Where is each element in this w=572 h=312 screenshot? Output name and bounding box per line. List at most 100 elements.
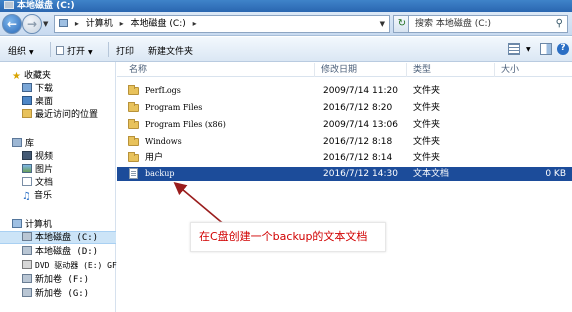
text-document-icon: [129, 168, 138, 179]
column-header-size[interactable]: 大小: [495, 63, 572, 77]
document-icon: [22, 177, 32, 186]
nav-item-music[interactable]: ♫ 音乐: [22, 190, 52, 202]
file-name: Program Files (x86): [145, 120, 226, 129]
column-header-date[interactable]: 修改日期: [315, 63, 407, 77]
nav-item-label: DVD 驱动器 (E:) GF: [35, 261, 117, 270]
back-button[interactable]: ←: [2, 14, 22, 34]
open-file-icon: [56, 46, 64, 55]
breadcrumb-local-disk[interactable]: 本地磁盘 (C:): [131, 19, 186, 29]
file-name: Windows: [145, 137, 182, 146]
file-name: Program Files: [145, 103, 203, 112]
nav-libraries[interactable]: 库: [12, 138, 34, 150]
recent-pages-dropdown-icon[interactable]: ▼: [43, 20, 48, 28]
star-icon: ★: [12, 71, 21, 82]
column-header-label: 修改日期: [321, 65, 358, 75]
window-title: 本地磁盘 (C:): [17, 1, 75, 11]
nav-item-volume-g[interactable]: 新加卷 (G:): [22, 288, 89, 300]
nav-computer-label: 计算机: [25, 220, 53, 230]
nav-favorites[interactable]: ★ 收藏夹: [12, 70, 51, 82]
nav-item-documents[interactable]: 文档: [22, 177, 53, 189]
address-dropdown-icon[interactable]: ▼: [380, 16, 385, 32]
organize-button[interactable]: 组织 ▼: [8, 44, 34, 57]
file-name: 用户: [145, 153, 164, 163]
library-icon: [12, 138, 22, 147]
help-icon[interactable]: ?: [557, 43, 569, 55]
file-list-header: 名称 修改日期 类型 大小: [117, 63, 572, 77]
view-dropdown-icon[interactable]: ▼: [523, 44, 531, 54]
nav-item-local-disk-c[interactable]: 本地磁盘 (C:): [22, 232, 98, 244]
nav-item-label: 文档: [35, 178, 54, 188]
file-size: 0 KB: [545, 169, 566, 179]
nav-computer[interactable]: 计算机: [12, 219, 52, 231]
command-bar: 组织 ▼ 打开 ▼ 打印 新建文件夹 ▼ ?: [0, 37, 572, 62]
divider: [108, 42, 109, 57]
nav-item-local-disk-d[interactable]: 本地磁盘 (D:): [22, 246, 98, 258]
video-icon: [22, 151, 32, 160]
annotation-text: 在C盘创建一个backup的文本文档: [199, 230, 368, 243]
nav-item-label: 本地磁盘 (D:): [35, 247, 99, 257]
window-title-bar[interactable]: 本地磁盘 (C:): [0, 0, 572, 12]
file-date: 2016/7/12 8:14: [323, 153, 393, 163]
nav-item-label: 新加卷 (F:): [35, 275, 90, 285]
chevron-down-icon: ▼: [29, 49, 34, 56]
breadcrumb-separator-icon[interactable]: ▸: [75, 19, 79, 28]
new-folder-label: 新建文件夹: [148, 47, 194, 57]
search-icon[interactable]: ⚲: [556, 16, 563, 32]
breadcrumb-separator-icon[interactable]: ▸: [120, 19, 124, 28]
nav-item-pictures[interactable]: 图片: [22, 164, 53, 176]
file-type: 文件夹: [413, 153, 441, 163]
print-button[interactable]: 打印: [116, 44, 134, 57]
nav-item-dvd-drive[interactable]: DVD 驱动器 (E:) GF: [22, 260, 117, 272]
forward-button[interactable]: →: [22, 14, 42, 34]
drive-icon: [22, 232, 32, 241]
file-row-program-files[interactable]: Program Files 2016/7/12 8:20 文件夹: [117, 101, 572, 115]
open-label: 打开: [67, 47, 86, 57]
folder-icon: [128, 119, 139, 129]
open-button[interactable]: 打开 ▼: [56, 44, 93, 57]
breadcrumb-separator-icon[interactable]: ▸: [193, 19, 197, 28]
column-header-label: 类型: [413, 65, 432, 75]
column-header-label: 名称: [129, 65, 148, 75]
column-header-label: 大小: [501, 65, 520, 75]
nav-item-recent-places[interactable]: 最近访问的位置: [22, 109, 98, 121]
nav-item-volume-f[interactable]: 新加卷 (F:): [22, 274, 89, 286]
preview-pane-icon[interactable]: [540, 43, 552, 55]
file-row-windows[interactable]: Windows 2016/7/12 8:18 文件夹: [117, 135, 572, 149]
file-row-users[interactable]: 用户 2016/7/12 8:14 文件夹: [117, 151, 572, 165]
nav-item-desktop[interactable]: 桌面: [22, 96, 53, 108]
breadcrumb-computer[interactable]: 计算机: [86, 19, 113, 29]
file-type: 文件夹: [413, 120, 441, 130]
nav-item-label: 音乐: [33, 191, 52, 201]
address-field[interactable]: ▸ 计算机 ▸ 本地磁盘 (C:) ▸ ▼: [54, 15, 390, 33]
column-header-name[interactable]: 名称: [117, 63, 315, 77]
address-bar-area: ← → ▼ ▸ 计算机 ▸ 本地磁盘 (C:) ▸ ▼ ↻ 搜索 本地磁盘 (C…: [0, 12, 572, 36]
nav-item-label: 最近访问的位置: [35, 110, 99, 120]
file-date: 2016/7/12 8:18: [323, 137, 393, 147]
download-folder-icon: [22, 83, 32, 92]
file-name: PerfLogs: [145, 86, 181, 95]
file-row-program-files-x86[interactable]: Program Files (x86) 2009/7/14 13:06 文件夹: [117, 118, 572, 132]
computer-icon: [12, 219, 22, 228]
file-date: 2009/7/14 11:20: [323, 86, 398, 96]
picture-icon: [22, 164, 32, 173]
nav-item-label: 新加卷 (G:): [35, 289, 90, 299]
organize-label: 组织: [8, 47, 27, 57]
search-input[interactable]: 搜索 本地磁盘 (C:) ⚲: [408, 15, 568, 33]
file-row-perflogs[interactable]: PerfLogs 2009/7/14 11:20 文件夹: [117, 84, 572, 98]
nav-item-videos[interactable]: 视频: [22, 151, 53, 163]
print-label: 打印: [116, 47, 135, 57]
folder-icon: [128, 85, 139, 95]
column-header-type[interactable]: 类型: [407, 63, 495, 77]
nav-item-downloads[interactable]: 下载: [22, 83, 53, 95]
recent-places-icon: [22, 109, 32, 118]
nav-item-label: 桌面: [35, 97, 54, 107]
nav-libraries-label: 库: [25, 139, 35, 149]
file-row-backup[interactable]: backup 2016/7/12 14:30 文本文档 0 KB: [117, 167, 572, 181]
music-icon: ♫: [22, 191, 31, 202]
search-placeholder: 搜索 本地磁盘 (C:): [415, 19, 492, 29]
navigation-pane: ★ 收藏夹 下载 桌面 最近访问的位置 库 视频 图片 文档 ♫ 音乐 计算机 本地…: [0, 62, 117, 312]
dvd-drive-icon: [22, 260, 32, 269]
view-options-icon[interactable]: [508, 43, 520, 55]
folder-icon: [128, 152, 139, 162]
new-folder-button[interactable]: 新建文件夹: [148, 44, 193, 57]
